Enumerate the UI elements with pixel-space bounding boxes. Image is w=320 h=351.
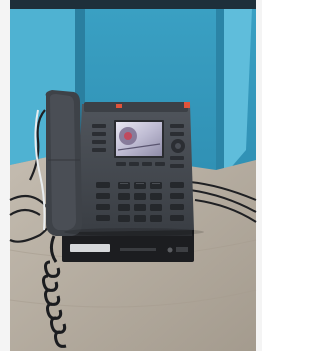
status-led-right	[184, 102, 190, 108]
phone-handset	[45, 90, 82, 236]
desk-phone	[76, 102, 194, 232]
status-led-left	[116, 104, 122, 108]
photo-scene	[0, 0, 262, 351]
photo	[0, 0, 262, 351]
keypad-highlights	[120, 183, 160, 184]
phone-shadow	[64, 228, 204, 236]
